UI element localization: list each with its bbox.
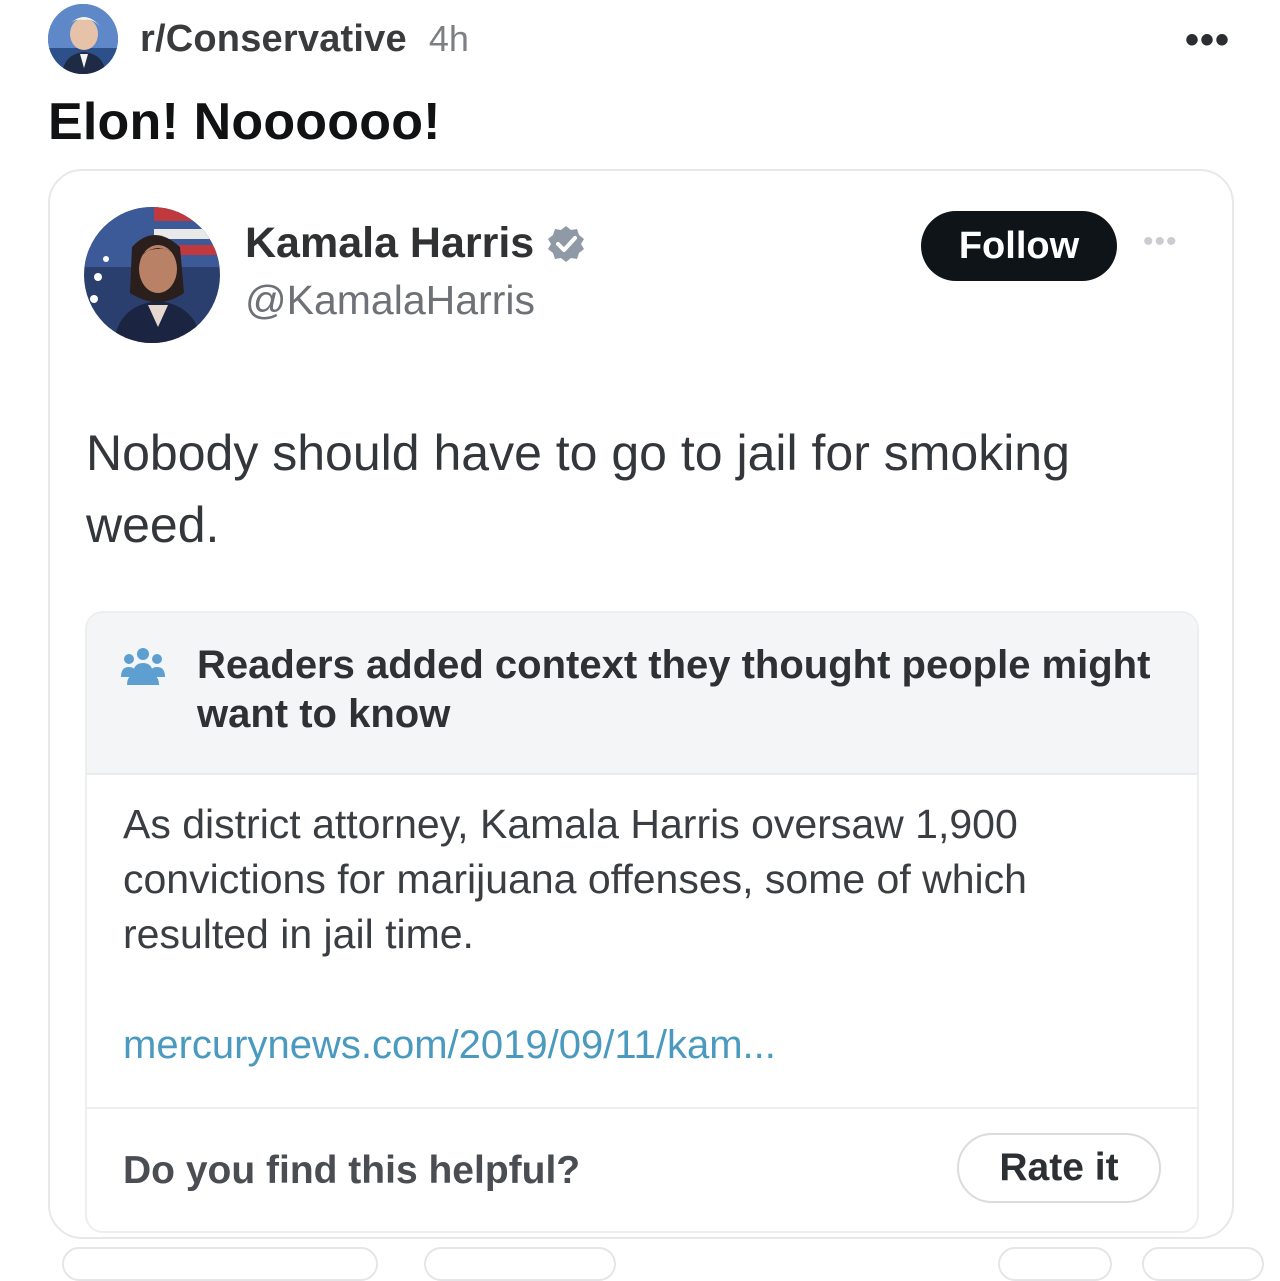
tweet-author-avatar — [84, 207, 220, 343]
subreddit-name[interactable]: r/Conservative — [140, 18, 407, 61]
post-age: 4h — [428, 18, 469, 59]
community-note-footer: Do you find this helpful? Rate it — [87, 1107, 1197, 1231]
post-header: r/Conservative 4h ••• — [48, 4, 1238, 74]
helpful-question: Do you find this helpful? — [123, 1149, 581, 1192]
tweet-more-icon[interactable]: ••• — [1143, 225, 1178, 259]
community-note: Readers added context they thought peopl… — [85, 611, 1199, 1233]
comments-pill[interactable] — [424, 1247, 616, 1281]
tweet-author-handle: @KamalaHarris — [245, 277, 535, 323]
people-icon — [121, 648, 165, 685]
tweet-author-name-text: Kamala Harris — [245, 219, 535, 267]
tweet-text: Nobody should have to go to jail for smo… — [86, 425, 1070, 553]
subreddit-avatar[interactable] — [48, 4, 118, 74]
community-note-header: Readers added context they thought peopl… — [87, 613, 1197, 775]
rate-it-button[interactable]: Rate it — [957, 1133, 1161, 1203]
award-pill[interactable] — [998, 1247, 1112, 1281]
share-pill[interactable] — [1142, 1247, 1264, 1281]
post-image-card[interactable]: Kamala Harris @KamalaHarris Follow ••• N… — [48, 169, 1234, 1239]
verified-badge-icon — [548, 225, 585, 262]
community-note-source-link[interactable]: mercurynews.com/2019/09/11/kam... — [123, 1023, 776, 1068]
follow-button[interactable]: Follow — [921, 211, 1117, 281]
post-more-icon[interactable]: ••• — [1185, 18, 1230, 63]
community-note-title: Readers added context they thought peopl… — [197, 643, 1151, 736]
post-title[interactable]: Elon! Noooooo! — [48, 92, 441, 152]
vote-pill[interactable] — [62, 1247, 378, 1281]
community-note-body: As district attorney, Kamala Harris over… — [123, 801, 1027, 957]
tweet-author-name: Kamala Harris — [245, 219, 586, 268]
